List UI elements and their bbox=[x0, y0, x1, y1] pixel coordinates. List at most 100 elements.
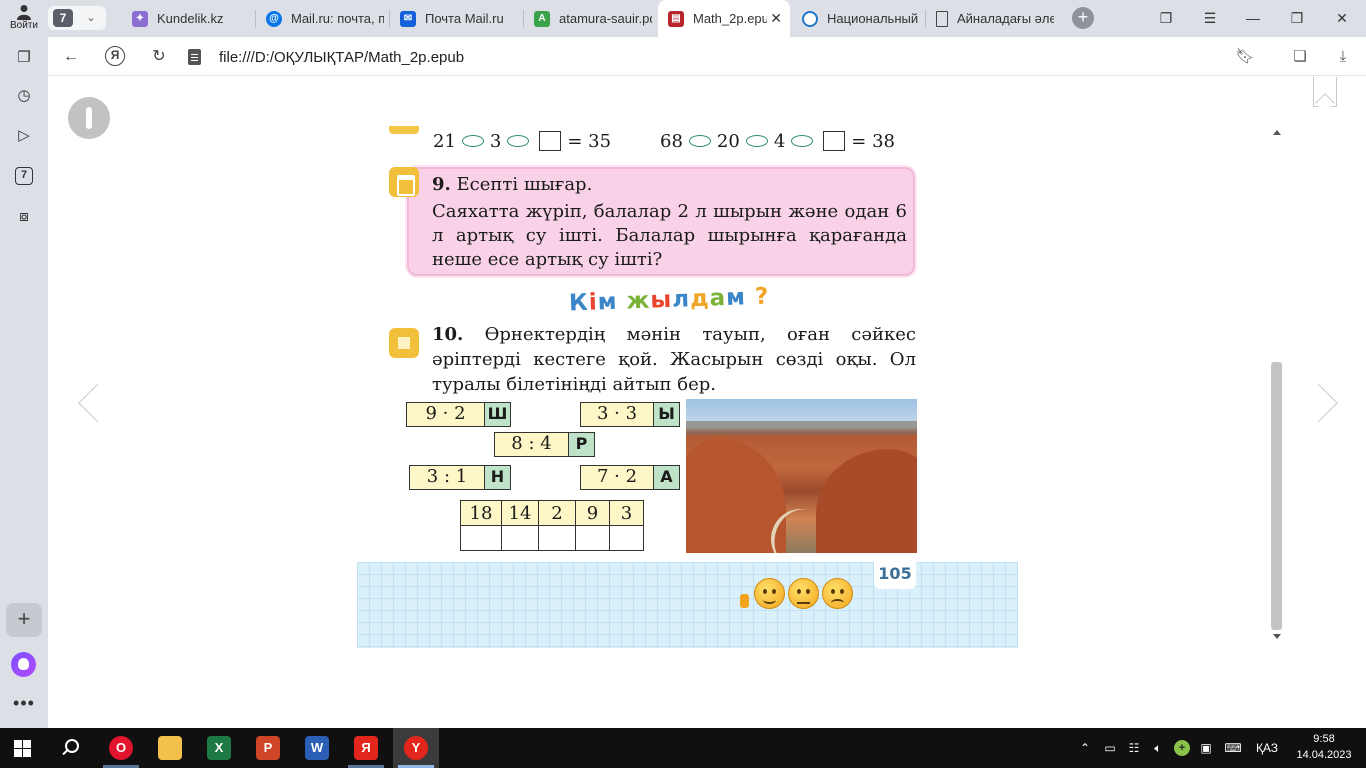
page-scrollbar[interactable] bbox=[1270, 126, 1284, 646]
play-icon[interactable]: ▷ bbox=[13, 125, 35, 147]
minimize-icon[interactable]: — bbox=[1243, 8, 1263, 28]
thumbs-up-icon bbox=[740, 594, 749, 608]
address-text: file:///D:/ОҚУЛЫҚТАР/Math_2p.epub bbox=[219, 48, 465, 66]
answer-cell bbox=[609, 525, 644, 551]
login-label: Войти bbox=[10, 20, 38, 31]
task-icon bbox=[389, 126, 419, 134]
house-task-icon bbox=[389, 167, 419, 197]
equation-line-b: 68 20 4 = 38 bbox=[660, 130, 895, 152]
tab-national[interactable]: Национальный bbox=[792, 0, 920, 37]
previous-page-arrow-icon[interactable] bbox=[78, 383, 118, 423]
epub-icon: ▤ bbox=[668, 10, 684, 27]
page-number: 105 bbox=[874, 559, 916, 589]
mailru-icon: @ bbox=[266, 10, 282, 27]
downloads-icon[interactable]: ⤓ bbox=[1332, 46, 1354, 68]
tab-manager-icon[interactable]: ❐ bbox=[1156, 8, 1176, 28]
tab-group-button[interactable]: 7 ⌄ bbox=[48, 6, 106, 30]
powerpoint-icon[interactable]: P bbox=[256, 736, 280, 760]
scroll-up-arrow-icon[interactable] bbox=[1273, 130, 1281, 135]
expression-card: 7 · 2 А bbox=[580, 465, 680, 490]
empty-sign-oval bbox=[461, 135, 484, 147]
answer-cell bbox=[460, 525, 502, 551]
answer-cell bbox=[575, 525, 610, 551]
empty-answer-box bbox=[823, 131, 846, 151]
yandex-browser-icon[interactable]: Y bbox=[404, 736, 428, 760]
new-tab-button[interactable]: + bbox=[1072, 7, 1094, 29]
kim-letter: ы bbox=[649, 286, 673, 314]
back-arrow-icon[interactable]: ← bbox=[60, 46, 82, 68]
navigation-bar: ← Я ↻ file:///D:/ОҚУЛЫҚТАР/Math_2p.epub … bbox=[48, 37, 1366, 76]
word-icon[interactable]: W bbox=[305, 736, 329, 760]
close-tab-icon[interactable]: ✕ bbox=[770, 10, 782, 27]
camera-icon[interactable]: ⧇ bbox=[13, 206, 35, 228]
reload-icon[interactable]: ↻ bbox=[148, 46, 170, 68]
yandex-logo-icon[interactable]: Я bbox=[105, 46, 125, 66]
tab-mail[interactable]: ✉ Почта Mail.ru bbox=[390, 0, 518, 37]
pause-icon[interactable] bbox=[68, 97, 110, 139]
collections-icon[interactable]: ❏ bbox=[1289, 46, 1311, 68]
neutral-smiley-icon bbox=[788, 578, 819, 609]
tab-kundelik[interactable]: ✦ Kundelik.kz bbox=[122, 0, 250, 37]
monitor-icon[interactable]: ▣ bbox=[1198, 740, 1214, 756]
tab-atamura[interactable]: A atamura-sauir.pdf bbox=[524, 0, 652, 37]
task-9-text: Саяхатта жүріп, балалар 2 л шырын және о… bbox=[432, 201, 907, 270]
windows-taskbar: O X P W Я Y ⌃ ▭ ☷ 🔈︎ + ▣ ⌨ ҚАЗ 9:58 14.0… bbox=[0, 728, 1366, 768]
answer-cell bbox=[501, 525, 539, 551]
scroll-thumb[interactable] bbox=[1271, 362, 1282, 630]
update-icon[interactable]: + bbox=[1174, 740, 1190, 756]
user-icon bbox=[17, 5, 31, 20]
language-indicator[interactable]: ҚАЗ bbox=[1252, 740, 1282, 756]
kim-letter: м bbox=[597, 288, 619, 316]
more-options-icon[interactable]: ••• bbox=[12, 693, 36, 714]
yandex-icon[interactable]: Я bbox=[354, 736, 378, 760]
tab-math-epub[interactable]: ▤ Math_2p.epub ✕ bbox=[658, 0, 790, 37]
file-icon bbox=[188, 49, 201, 65]
expression-card: 9 · 2 Ш bbox=[406, 402, 511, 427]
close-window-icon[interactable]: ✕ bbox=[1332, 8, 1352, 28]
volume-icon[interactable]: 🔈︎ bbox=[1150, 740, 1166, 756]
bookmark-icon[interactable]: 🔖︎ bbox=[1234, 46, 1256, 68]
collections-icon[interactable]: ❐ bbox=[13, 47, 35, 69]
battery-icon[interactable]: ▭ bbox=[1102, 740, 1118, 756]
answer-table: 18 14 2 9 3 bbox=[460, 500, 644, 551]
mail-envelope-icon: ✉ bbox=[400, 10, 416, 27]
address-field[interactable]: file:///D:/ОҚУЛЫҚТАР/Math_2p.epub bbox=[188, 46, 464, 68]
history-clock-icon[interactable]: ◷ bbox=[13, 85, 35, 107]
kim-letter: м bbox=[725, 284, 747, 312]
kim-letter: а bbox=[709, 285, 727, 312]
scroll-down-arrow-icon[interactable] bbox=[1273, 634, 1281, 639]
excel-icon[interactable]: X bbox=[207, 736, 231, 760]
alice-assistant-icon[interactable] bbox=[11, 652, 36, 677]
next-page-arrow-icon[interactable] bbox=[1298, 383, 1338, 423]
tabs-count-icon[interactable]: 7 bbox=[15, 167, 33, 185]
system-clock[interactable]: 9:58 14.04.2023 bbox=[1290, 731, 1358, 763]
clock-time: 9:58 bbox=[1313, 733, 1335, 745]
book-page: 21 3 = 35 68 20 4 = 38 9. Есепті шығар. … bbox=[357, 126, 1018, 648]
happy-smiley-icon bbox=[754, 578, 785, 609]
kundelik-icon: ✦ bbox=[132, 10, 148, 27]
task-10-text: 10. Өрнектердің мәнін тауып, оған сәйкес… bbox=[432, 324, 916, 395]
search-icon[interactable] bbox=[60, 738, 80, 758]
add-panel-button[interactable]: + bbox=[6, 603, 42, 637]
tab-count-badge: 7 bbox=[53, 9, 73, 27]
clock-date: 14.04.2023 bbox=[1296, 749, 1352, 761]
chevron-up-icon[interactable]: ⌃ bbox=[1078, 740, 1092, 756]
login-button[interactable]: Войти bbox=[5, 3, 43, 35]
wifi-icon[interactable]: ☷ bbox=[1126, 740, 1142, 756]
tab-mailru[interactable]: @ Mail.ru: почта, поиск bbox=[256, 0, 384, 37]
kim-letter: ? bbox=[754, 283, 770, 310]
page-bookmark-icon[interactable] bbox=[1313, 77, 1337, 107]
empty-answer-box bbox=[539, 131, 562, 151]
atamura-icon: A bbox=[534, 10, 550, 27]
menu-icon[interactable]: ☰ bbox=[1200, 8, 1220, 28]
restore-icon[interactable]: ❐ bbox=[1287, 8, 1307, 28]
kim-letter: К bbox=[568, 289, 590, 317]
kim-letter: ж bbox=[626, 287, 651, 315]
keyboard-icon[interactable]: ⌨ bbox=[1222, 740, 1244, 756]
opera-icon[interactable]: O bbox=[109, 736, 133, 760]
file-explorer-icon[interactable] bbox=[158, 736, 182, 760]
empty-sign-oval bbox=[745, 135, 768, 147]
windows-start-icon[interactable] bbox=[14, 740, 31, 757]
national-icon bbox=[802, 10, 818, 27]
tab-ainaladagy[interactable]: Айналадағы әлем bbox=[926, 0, 1054, 37]
